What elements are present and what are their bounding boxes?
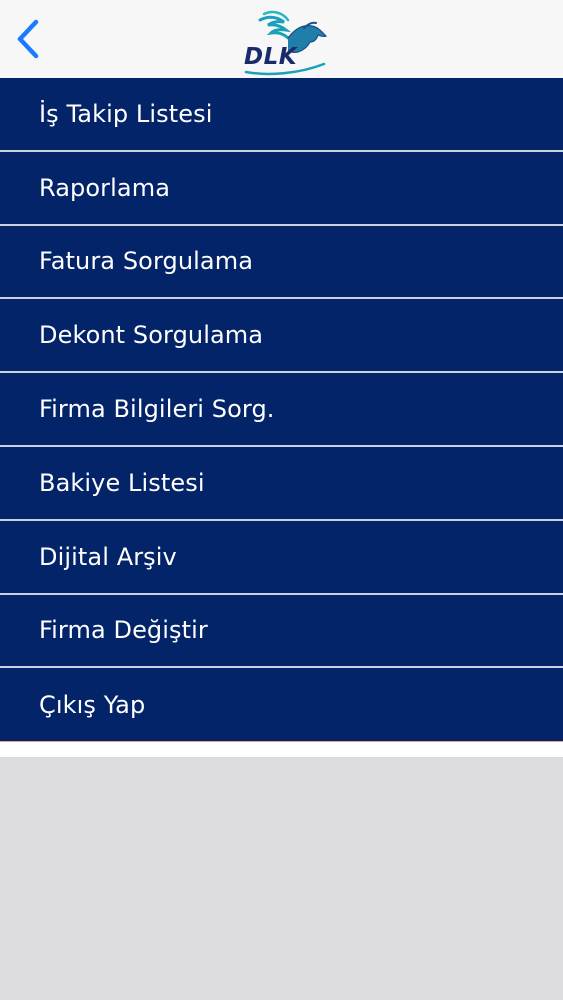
menu-item-bakiye-listesi[interactable]: Bakiye Listesi: [0, 446, 563, 521]
back-button[interactable]: [8, 14, 48, 64]
menu-item-label: Firma Bilgileri Sorg.: [39, 395, 275, 424]
menu-item-dekont-sorgulama[interactable]: Dekont Sorgulama: [0, 299, 563, 374]
menu-item-raporlama[interactable]: Raporlama: [0, 151, 563, 226]
menu-item-dijital-arsiv[interactable]: Dijital Arşiv: [0, 520, 563, 595]
navigation-bar: DLK: [0, 0, 563, 78]
menu-item-label: Firma Değiştir: [39, 616, 208, 645]
menu-item-label: Raporlama: [39, 173, 171, 202]
menu-item-label: İş Takip Listesi: [39, 99, 213, 128]
menu-item-label: Çıkış Yap: [39, 690, 146, 719]
menu-item-label: Dekont Sorgulama: [39, 321, 264, 350]
menu-item-label: Dijital Arşiv: [39, 542, 177, 571]
menu-item-firma-bilgileri[interactable]: Firma Bilgileri Sorg.: [0, 373, 563, 447]
main-menu: İş Takip Listesi Raporlama Fatura Sorgul…: [0, 78, 563, 743]
menu-item-firma-degistir[interactable]: Firma Değiştir: [0, 594, 563, 669]
logo-text: DLK: [244, 44, 298, 70]
dlk-logo: DLK: [238, 6, 334, 76]
empty-content-area: [0, 757, 563, 1000]
menu-item-cikis-yap[interactable]: Çıkış Yap: [0, 668, 563, 743]
chevron-left-icon: [17, 19, 39, 59]
menu-item-is-takip-listesi[interactable]: İş Takip Listesi: [0, 78, 563, 152]
menu-item-fatura-sorgulama[interactable]: Fatura Sorgulama: [0, 225, 563, 300]
menu-item-label: Fatura Sorgulama: [39, 247, 254, 276]
menu-item-label: Bakiye Listesi: [39, 468, 205, 497]
